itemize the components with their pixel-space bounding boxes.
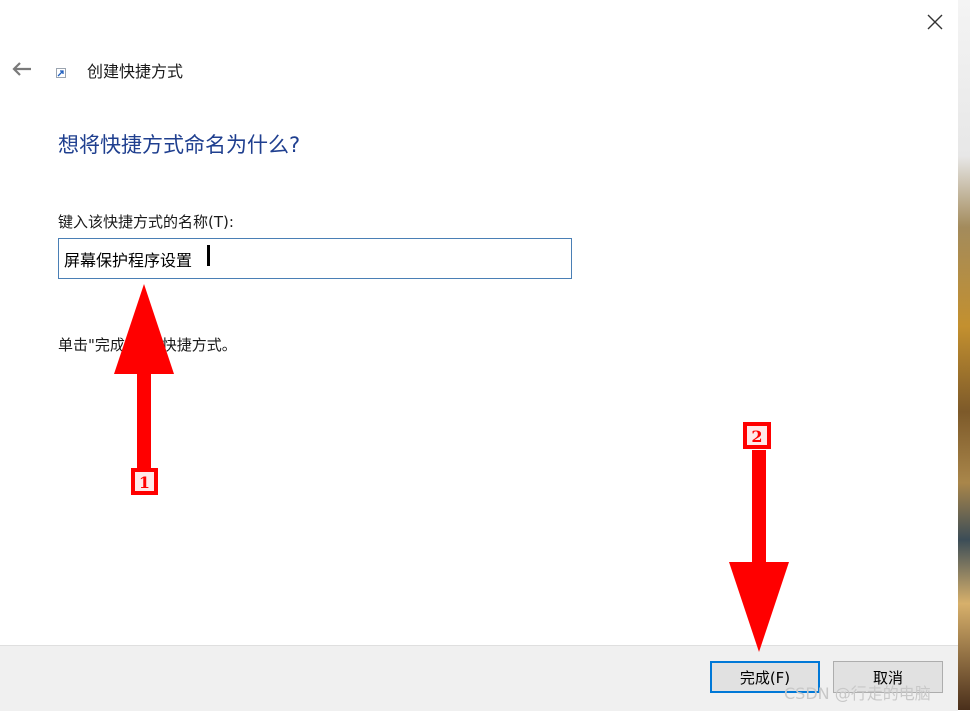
close-button[interactable]: [918, 6, 952, 38]
close-icon: [927, 14, 943, 30]
shortcut-wizard-dialog: 创建快捷方式 想将快捷方式命名为什么? 键入该快捷方式的名称(T): 单击"完成…: [0, 0, 958, 711]
shortcut-icon: [56, 68, 66, 78]
wizard-title: 创建快捷方式: [87, 62, 184, 81]
watermark: CSDN @行走的电脑: [784, 684, 931, 703]
shortcut-name-input[interactable]: [58, 238, 572, 279]
desktop-wallpaper-edge: [958, 0, 970, 710]
page-heading: 想将快捷方式命名为什么?: [58, 133, 301, 157]
shortcut-name-label: 键入该快捷方式的名称(T):: [58, 213, 234, 231]
text-caret: [207, 245, 210, 266]
back-button[interactable]: [8, 56, 36, 82]
finish-hint-text: 单击"完成"创建快捷方式。: [58, 336, 237, 354]
back-arrow-icon: [12, 62, 31, 76]
